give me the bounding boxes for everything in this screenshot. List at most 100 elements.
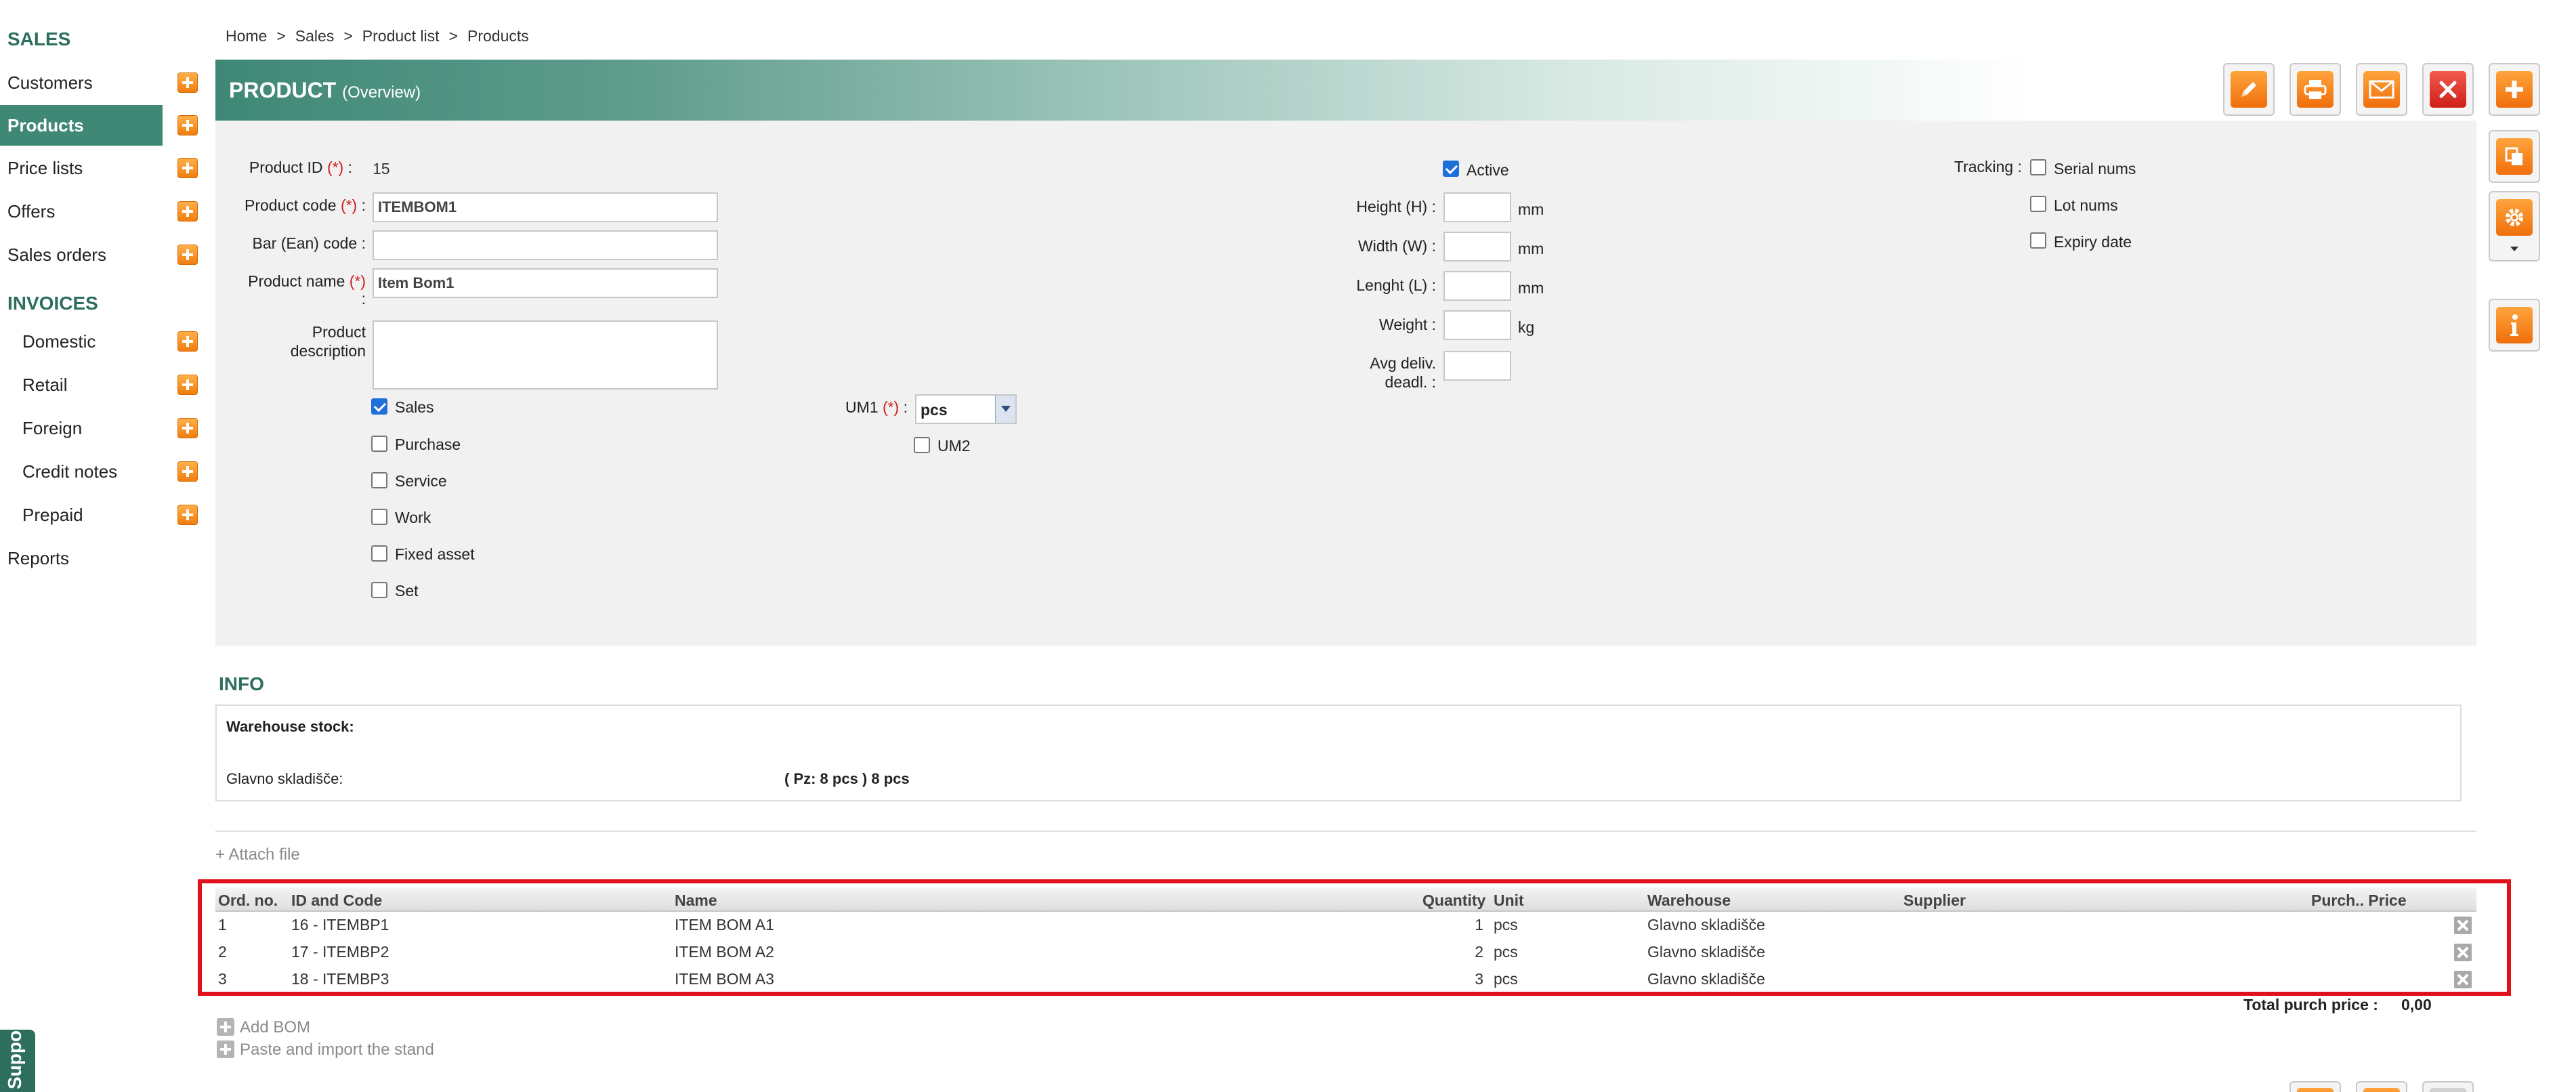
length-label: Lenght (L) : <box>1356 276 1436 294</box>
fixed-asset-checkbox[interactable] <box>371 545 387 562</box>
sales-checkbox[interactable] <box>371 398 387 415</box>
attach-file-link[interactable]: + Attach file <box>215 845 300 864</box>
product-header: PRODUCT (Overview) <box>215 60 2031 121</box>
sidebar-item-credit-notes[interactable]: Credit notes <box>0 451 163 492</box>
um1-select[interactable]: pcs <box>915 394 1017 424</box>
chevron-down-icon <box>2510 247 2518 251</box>
sidebar-item-sales-orders[interactable]: Sales orders <box>0 234 163 275</box>
gear-icon <box>2496 199 2533 236</box>
bar-code-input[interactable] <box>373 230 718 260</box>
product-code-input[interactable] <box>373 192 718 222</box>
page-title-text: PRODUCT <box>229 78 337 102</box>
sidebar-item-prepaid[interactable]: Prepaid <box>0 495 163 535</box>
serial-nums-label: Serial nums <box>2054 160 2136 177</box>
sidebar-item-price-lists[interactable]: Price lists <box>0 148 163 188</box>
sidebar-item-reports[interactable]: Reports <box>0 538 163 579</box>
pencil-icon <box>2231 71 2267 108</box>
weight-input[interactable] <box>1443 310 1511 340</box>
add-sales-order-plus-icon[interactable] <box>177 245 198 265</box>
bottom-action-button[interactable] <box>2422 1081 2474 1092</box>
edit-button[interactable] <box>2223 63 2275 116</box>
width-input[interactable] <box>1443 232 1511 261</box>
bom-highlight-frame <box>198 879 2511 996</box>
support-label: Support <box>4 1030 25 1089</box>
purchase-checkbox-label: Purchase <box>395 436 461 453</box>
add-retail-plus-icon[interactable] <box>177 375 198 395</box>
bottom-action-button[interactable] <box>2356 1081 2407 1092</box>
paste-import-plus-icon[interactable] <box>217 1041 234 1058</box>
copy-icon <box>2496 138 2533 175</box>
sidebar-item-domestic[interactable]: Domestic <box>0 321 163 362</box>
add-price-list-plus-icon[interactable] <box>177 158 198 178</box>
product-name-input[interactable] <box>373 268 718 298</box>
sidebar-section-invoices: INVOICES <box>7 293 98 314</box>
print-button[interactable] <box>2289 63 2341 116</box>
copy-button[interactable] <box>2489 130 2540 183</box>
add-product-plus-icon[interactable] <box>177 115 198 135</box>
sidebar-item-products[interactable]: Products <box>0 105 163 146</box>
breadcrumb: Home > Sales > Product list > Products <box>226 27 529 45</box>
serial-nums-checkbox[interactable] <box>2030 159 2046 175</box>
add-customer-plus-icon[interactable] <box>177 72 198 93</box>
lot-nums-checkbox[interactable] <box>2030 196 2046 212</box>
add-button[interactable] <box>2489 63 2540 116</box>
bar-code-label-text: Bar (Ean) code <box>252 234 358 252</box>
add-prepaid-plus-icon[interactable] <box>177 505 198 525</box>
breadcrumb-sales[interactable]: Sales <box>295 27 335 45</box>
sidebar-item-retail[interactable]: Retail <box>0 364 163 405</box>
breadcrumb-separator: > <box>448 27 458 45</box>
product-id-label: Product ID (*) : <box>224 159 352 177</box>
height-input[interactable] <box>1443 192 1511 222</box>
product-code-label-text: Product code <box>245 196 337 214</box>
info-icon <box>2496 307 2533 343</box>
email-button[interactable] <box>2356 63 2407 116</box>
breadcrumb-products: Products <box>467 27 529 45</box>
avg-delivery-label: Avg deliv. deadl. : <box>1321 354 1436 392</box>
info-button[interactable] <box>2489 299 2540 352</box>
sidebar-item-offers[interactable]: Offers <box>0 191 163 232</box>
breadcrumb-product-list[interactable]: Product list <box>362 27 440 45</box>
support-tab[interactable]: Support <box>0 1030 35 1092</box>
active-checkbox[interactable] <box>1443 161 1459 177</box>
service-checkbox-label: Service <box>395 472 447 490</box>
product-name-label-text: Product name <box>248 272 345 290</box>
breadcrumb-separator: > <box>276 27 286 45</box>
active-checkbox-label: Active <box>1466 161 1509 179</box>
avg-delivery-input[interactable] <box>1443 351 1511 381</box>
divider <box>215 831 2476 832</box>
work-checkbox[interactable] <box>371 509 387 525</box>
total-purch-price-label: Total purch price : <box>2243 996 2378 1013</box>
bottom-action-button[interactable] <box>2289 1081 2341 1092</box>
breadcrumb-separator: > <box>343 27 353 45</box>
breadcrumb-home[interactable]: Home <box>226 27 267 45</box>
avg-delivery-label-line1: Avg deliv. <box>1370 354 1436 372</box>
add-foreign-plus-icon[interactable] <box>177 418 198 438</box>
set-checkbox[interactable] <box>371 582 387 598</box>
avg-delivery-label-line2: deadl. : <box>1385 373 1436 391</box>
um1-label: UM1 (*) : <box>813 398 908 417</box>
expiry-date-checkbox[interactable] <box>2030 232 2046 249</box>
label-colon: : <box>361 290 366 308</box>
fixed-asset-checkbox-label: Fixed asset <box>395 545 475 563</box>
settings-button[interactable] <box>2489 191 2540 261</box>
um2-checkbox[interactable] <box>914 437 930 453</box>
delete-button[interactable] <box>2422 63 2474 116</box>
add-bom-link[interactable]: Add BOM <box>240 1018 310 1037</box>
service-checkbox[interactable] <box>371 472 387 488</box>
product-name-label: Product name (*) : <box>224 272 366 308</box>
info-box: Warehouse stock: Glavno skladišče: ( Pz:… <box>215 705 2462 801</box>
product-description-label-line1: Product <box>312 323 366 341</box>
add-offer-plus-icon[interactable] <box>177 201 198 222</box>
product-description-label-line2: description <box>290 342 366 360</box>
purchase-checkbox[interactable] <box>371 436 387 452</box>
length-input[interactable] <box>1443 271 1511 301</box>
add-credit-note-plus-icon[interactable] <box>177 461 198 482</box>
required-mark: (*) <box>349 272 366 290</box>
paste-import-link[interactable]: Paste and import the stand <box>240 1041 434 1059</box>
sidebar-item-foreign[interactable]: Foreign <box>0 408 163 448</box>
height-label: Height (H) : <box>1356 198 1436 215</box>
add-bom-plus-icon[interactable] <box>217 1018 234 1036</box>
sidebar-item-customers[interactable]: Customers <box>0 62 163 103</box>
add-domestic-plus-icon[interactable] <box>177 331 198 352</box>
product-description-input[interactable] <box>373 320 718 390</box>
